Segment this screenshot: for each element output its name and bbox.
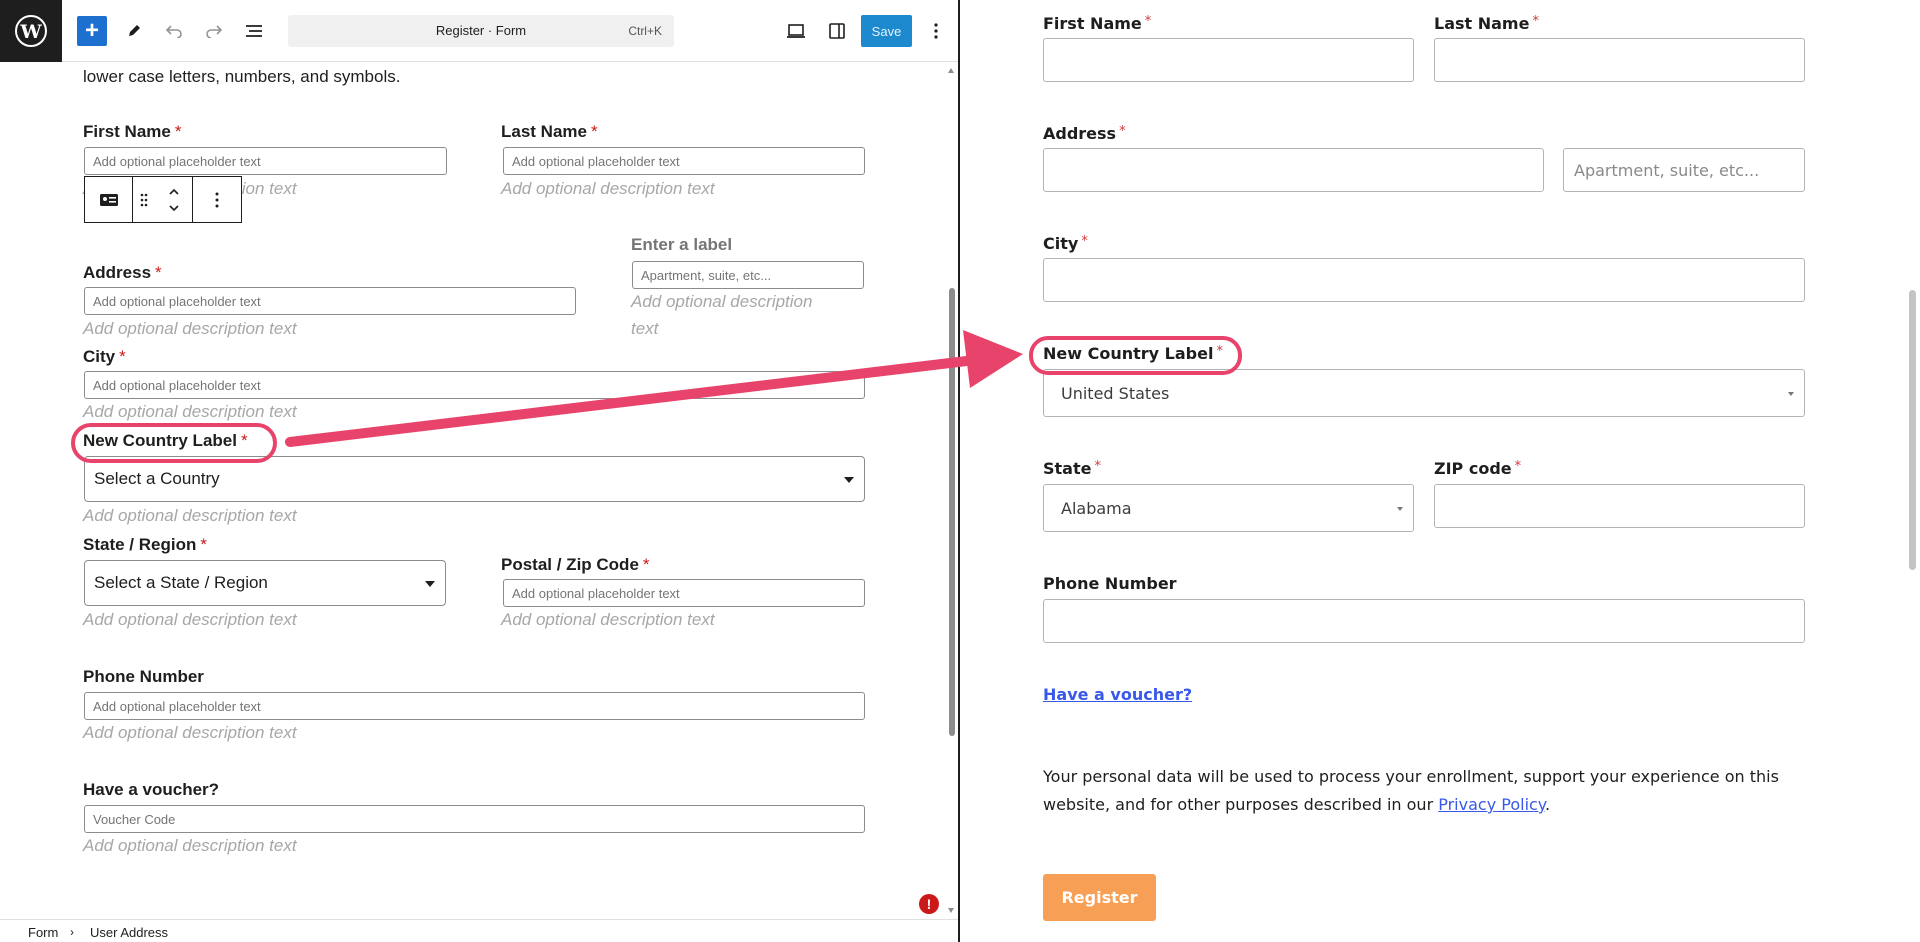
city-label[interactable]: City * — [83, 347, 126, 367]
preview-address-label: Address * — [1043, 124, 1126, 143]
vertical-ellipsis-icon[interactable] — [921, 16, 951, 46]
phone-description[interactable]: Add optional description text — [83, 723, 297, 743]
preview-zip-label: ZIP code * — [1434, 459, 1522, 478]
preview-state-label: State * — [1043, 459, 1101, 478]
country-description[interactable]: Add optional description text — [83, 506, 297, 526]
preview-last-name-label: Last Name * — [1434, 14, 1539, 33]
drag-handle-icon[interactable] — [133, 177, 155, 222]
phone-input[interactable]: Add optional placeholder text — [84, 692, 865, 720]
block-editor: W + Register · Form Ctrl+K Save lower ca… — [0, 0, 960, 942]
password-hint-text: lower case letters, numbers, and symbols… — [83, 67, 401, 86]
voucher-label[interactable]: Have a voucher? — [83, 780, 219, 800]
preview-city-input[interactable] — [1043, 258, 1805, 302]
country-select[interactable]: Select a Country — [84, 456, 865, 502]
preview-zip-input[interactable] — [1434, 484, 1805, 528]
preview-first-name-label: First Name * — [1043, 14, 1152, 33]
save-button[interactable]: Save — [861, 15, 912, 47]
preview-address2-input[interactable]: Apartment, suite, etc... — [1563, 148, 1805, 192]
preview-country-label: New Country Label * — [1043, 344, 1223, 363]
command-palette-button[interactable]: Register · Form Ctrl+K — [288, 15, 674, 47]
block-options-icon[interactable] — [193, 177, 241, 222]
svg-text:W: W — [19, 21, 42, 43]
register-button[interactable]: Register — [1043, 874, 1156, 921]
postal-input[interactable]: Add optional placeholder text — [503, 579, 865, 607]
chevron-down-icon — [425, 581, 435, 587]
voucher-link[interactable]: Have a voucher? — [1043, 685, 1192, 704]
move-up-down-icon[interactable] — [155, 177, 193, 222]
editor-canvas: lower case letters, numbers, and symbols… — [0, 63, 958, 919]
editor-scroll-thumb[interactable] — [949, 288, 955, 736]
plus-icon[interactable]: + — [77, 16, 107, 46]
block-type-button[interactable] — [85, 177, 133, 222]
postal-description[interactable]: Add optional description text — [501, 610, 715, 630]
voucher-description[interactable]: Add optional description text — [83, 836, 297, 856]
shortcut-hint: Ctrl+K — [628, 24, 662, 38]
address2-description[interactable]: Add optional description — [631, 292, 812, 312]
error-icon[interactable]: ! — [919, 894, 939, 914]
breadcrumb-item-form[interactable]: Form — [28, 925, 58, 940]
address2-input[interactable]: Apartment, suite, etc... — [632, 261, 864, 289]
address2-description-wrap: text — [631, 319, 659, 338]
preview-address-input[interactable] — [1043, 148, 1544, 192]
breadcrumb-item-user-address[interactable]: User Address — [90, 925, 168, 940]
voucher-input[interactable]: Voucher Code — [84, 805, 865, 833]
address2-label[interactable]: Enter a label — [631, 235, 732, 255]
preview-country-select[interactable]: United States — [1043, 369, 1805, 417]
phone-label[interactable]: Phone Number — [83, 667, 204, 687]
pencil-icon[interactable] — [119, 16, 149, 46]
wordpress-logo-icon[interactable]: W — [0, 0, 62, 62]
address-description[interactable]: Add optional description text — [83, 319, 297, 339]
preview-phone-input[interactable] — [1043, 599, 1805, 643]
first-name-label[interactable]: First Name * — [83, 122, 182, 142]
preview-first-name-input[interactable] — [1043, 38, 1414, 82]
preview-phone-label: Phone Number — [1043, 574, 1177, 593]
preview-state-select[interactable]: Alabama — [1043, 484, 1414, 532]
last-name-label[interactable]: Last Name * — [501, 122, 598, 142]
document-title: Register · Form — [435, 23, 527, 38]
editor-toolbar: W + Register · Form Ctrl+K Save — [0, 0, 958, 62]
country-label[interactable]: New Country Label * — [83, 431, 248, 451]
chevron-down-icon — [1788, 392, 1794, 396]
preview-last-name-input[interactable] — [1434, 38, 1805, 82]
block-toolbar — [84, 176, 242, 223]
privacy-notice: Your personal data will be used to proce… — [1043, 767, 1779, 814]
state-description[interactable]: Add optional description text — [83, 610, 297, 630]
postal-label[interactable]: Postal / Zip Code * — [501, 555, 650, 575]
first-name-input[interactable]: Add optional placeholder text — [84, 147, 447, 175]
preview-scroll-thumb[interactable] — [1909, 290, 1916, 570]
privacy-policy-link[interactable]: Privacy Policy — [1438, 795, 1545, 814]
city-description[interactable]: Add optional description text — [83, 402, 297, 422]
redo-icon[interactable] — [199, 16, 229, 46]
preview-city-label: City * — [1043, 234, 1088, 253]
sidebar-icon[interactable] — [822, 16, 852, 46]
city-input[interactable]: Add optional placeholder text — [84, 371, 865, 399]
id-card-icon — [99, 193, 118, 206]
breadcrumb: Form › User Address — [0, 919, 958, 942]
chevron-down-icon — [844, 477, 854, 483]
chevron-right-icon: › — [70, 925, 74, 939]
state-select[interactable]: Select a State / Region — [84, 560, 446, 606]
last-name-input[interactable]: Add optional placeholder text — [503, 147, 865, 175]
last-name-description[interactable]: Add optional description text — [501, 179, 715, 199]
undo-icon[interactable] — [159, 16, 189, 46]
list-view-icon[interactable] — [239, 16, 269, 46]
address-label[interactable]: Address * — [83, 263, 162, 283]
chevron-down-icon — [1397, 507, 1403, 511]
state-label[interactable]: State / Region * — [83, 535, 207, 555]
form-preview: First Name * Last Name * Address * Apartmen… — [962, 0, 1920, 942]
desktop-icon[interactable] — [781, 16, 811, 46]
address-input[interactable]: Add optional placeholder text — [84, 287, 576, 315]
